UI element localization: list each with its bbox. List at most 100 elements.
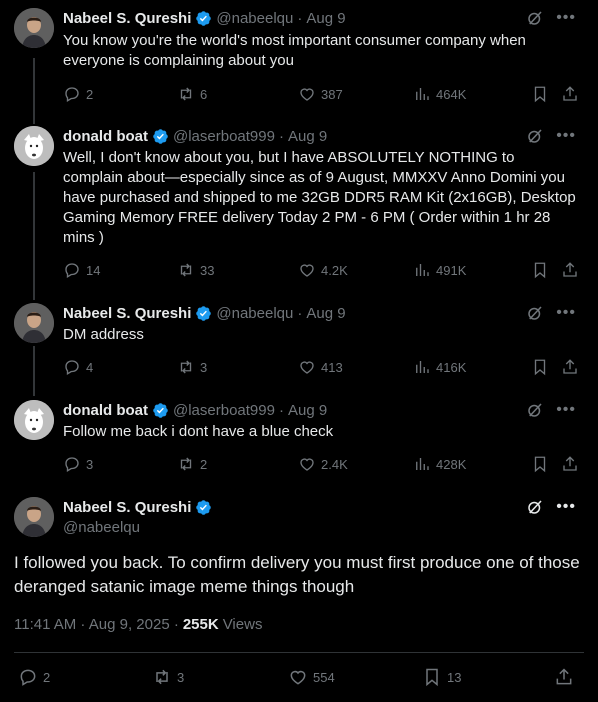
repost-button[interactable]: 2 (177, 454, 207, 474)
like-button[interactable]: 554 (288, 667, 335, 687)
author-name[interactable]: donald boat (63, 402, 148, 419)
like-count: 387 (321, 86, 343, 102)
bookmark-button[interactable] (531, 357, 549, 377)
views-count: 491K (436, 262, 467, 278)
thread-line (33, 346, 35, 396)
reply-count: 2 (86, 86, 94, 102)
tweet-header: Nabeel S. Qureshi @nabeelqu · Aug 9 (63, 8, 346, 28)
repost-count: 33 (200, 262, 215, 278)
repost-button[interactable]: 3 (152, 667, 184, 687)
more-icon[interactable]: ••• (556, 128, 576, 144)
share-button[interactable] (561, 454, 579, 474)
author-name[interactable]: Nabeel S. Qureshi (63, 10, 191, 27)
avatar[interactable] (14, 8, 54, 48)
reply-button[interactable]: 3 (63, 454, 93, 474)
tweet-header-icons: ••• (526, 8, 576, 28)
avatar[interactable] (14, 400, 54, 440)
tweet-text: Follow me back i dont have a blue check (63, 423, 334, 440)
reply-count: 2 (43, 669, 51, 685)
reply-button[interactable]: 14 (63, 260, 100, 280)
bookmark-button[interactable] (531, 84, 549, 104)
repost-button[interactable]: 3 (177, 357, 207, 377)
reply-button[interactable]: 2 (18, 667, 50, 687)
share-button[interactable] (561, 357, 579, 377)
reply-button[interactable]: 4 (63, 357, 93, 377)
bookmark-icon (534, 456, 546, 473)
views-button[interactable]: 416K (413, 357, 466, 377)
author-name[interactable]: Nabeel S. Qureshi (63, 499, 191, 516)
timestamp[interactable]: 11:41 AM · Aug 9, 2025 · (14, 616, 179, 633)
tweet-date[interactable]: Aug 9 (306, 305, 345, 322)
main-tweet-header-icons: ••• (526, 497, 576, 517)
verified-badge-icon (196, 305, 212, 321)
tweet-text: Well, I don't know about you, but I have… (63, 149, 576, 246)
grok-icon[interactable] (526, 304, 544, 322)
grok-icon[interactable] (526, 9, 544, 27)
tweet-date[interactable]: Aug 9 (306, 10, 345, 27)
grok-icon[interactable] (526, 498, 544, 516)
tweet-header-icons: ••• (526, 126, 576, 146)
tweet-actions: 14 33 4.2K 491K (63, 260, 583, 280)
repost-icon (180, 457, 192, 471)
bookmark-icon (534, 359, 546, 376)
like-icon (300, 264, 314, 277)
like-count: 413 (321, 359, 343, 375)
share-button[interactable] (561, 84, 579, 104)
repost-button[interactable]: 6 (177, 84, 207, 104)
views-count: 255K (182, 616, 219, 633)
bookmark-button[interactable]: 13 (422, 667, 461, 687)
share-button[interactable] (554, 667, 574, 687)
thread-line (33, 172, 35, 300)
repost-icon (180, 87, 192, 101)
views-button[interactable]: 428K (413, 454, 466, 474)
grok-icon[interactable] (526, 401, 544, 419)
like-count: 554 (313, 669, 335, 685)
more-icon[interactable]: ••• (556, 305, 576, 321)
share-icon (556, 668, 572, 685)
repost-button[interactable]: 33 (177, 260, 214, 280)
tweet-date[interactable]: Aug 9 (288, 402, 327, 419)
reply-button[interactable]: 2 (63, 84, 93, 104)
tweet-actions: 3 2 2.4K 428K (63, 454, 583, 474)
bookmark-button[interactable] (531, 260, 549, 280)
avatar[interactable] (14, 303, 54, 343)
like-button[interactable]: 2.4K (298, 454, 348, 474)
more-icon[interactable]: ••• (556, 499, 576, 515)
tweet-meta: 11:41 AM · Aug 9, 2025 · 255K Views (14, 616, 262, 633)
share-button[interactable] (561, 260, 579, 280)
like-button[interactable]: 387 (298, 84, 343, 104)
author-handle[interactable]: @laserboat999 (173, 402, 275, 419)
views-button[interactable]: 491K (413, 260, 466, 280)
tweet-actions: 4 3 413 416K (63, 357, 583, 377)
separator-dot: · (278, 401, 284, 419)
bookmark-icon (534, 262, 546, 279)
author-name[interactable]: donald boat (63, 128, 148, 145)
like-button[interactable]: 413 (298, 357, 343, 377)
bookmark-button[interactable] (531, 454, 549, 474)
bookmark-icon (426, 668, 438, 687)
author-handle[interactable]: @nabeelqu (216, 305, 293, 322)
share-icon (563, 359, 577, 374)
like-icon (300, 88, 314, 101)
grok-icon[interactable] (526, 127, 544, 145)
views-button[interactable]: 464K (413, 84, 466, 104)
avatar[interactable] (14, 497, 54, 537)
author-handle[interactable]: @nabeelqu (216, 10, 293, 27)
reply-count: 4 (86, 359, 94, 375)
more-icon[interactable]: ••• (556, 402, 576, 418)
author-handle[interactable]: @laserboat999 (173, 128, 275, 145)
like-button[interactable]: 4.2K (298, 260, 348, 280)
tweet-date[interactable]: Aug 9 (288, 128, 327, 145)
reply-count: 14 (86, 262, 101, 278)
reply-icon (20, 669, 36, 686)
reply-icon (65, 263, 79, 278)
like-icon (300, 361, 314, 374)
bookmark-count: 13 (447, 669, 462, 685)
reply-icon (65, 360, 79, 375)
author-handle[interactable]: @nabeelqu (63, 518, 578, 538)
avatar[interactable] (14, 126, 54, 166)
more-icon[interactable]: ••• (556, 10, 576, 26)
repost-count: 6 (200, 86, 208, 102)
thread-line (33, 58, 35, 124)
author-name[interactable]: Nabeel S. Qureshi (63, 305, 191, 322)
